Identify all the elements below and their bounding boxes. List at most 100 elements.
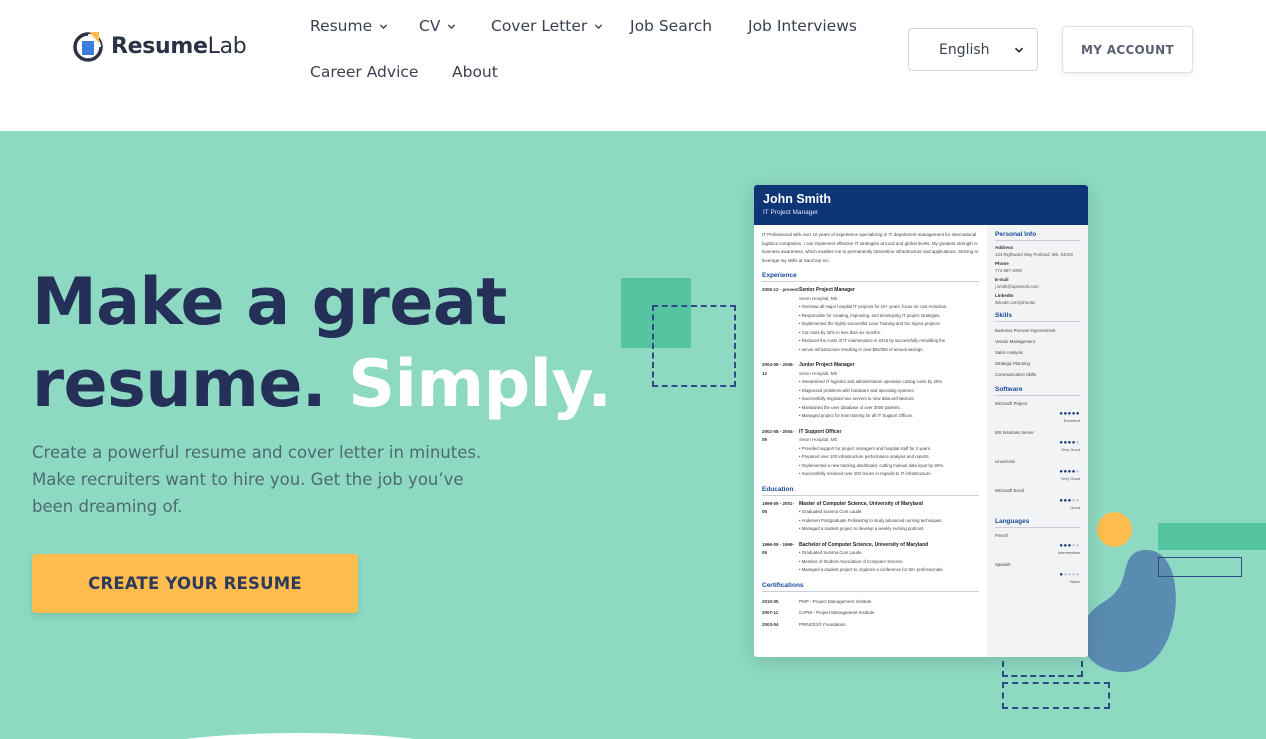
job-dates: 2006-12 - present: [762, 287, 799, 292]
deco-dashed-rect-2: [1002, 682, 1110, 709]
education-item: 1999-09 - 2001-05 Master of Computer Scie…: [762, 500, 979, 534]
job-bullet: Maintained the user database of over 300…: [799, 404, 979, 413]
create-resume-button[interactable]: CREATE YOUR RESUME: [32, 554, 358, 613]
language-name: Spanish: [995, 562, 1011, 567]
job-bullet: Reduced the costs of IT maintenance in 2…: [799, 337, 979, 346]
personal-value: linkedin.com/johnutw: [995, 300, 1035, 305]
job-title: IT Support Officer: [799, 428, 842, 435]
deco-yellow-circle: [1097, 512, 1132, 547]
software-name: Microsoft Project: [995, 401, 1027, 406]
resume-main-column: IT Professional with over 10 years of ex…: [754, 225, 987, 636]
skill-item: Vendor Management: [995, 339, 1035, 344]
resume-role: IT Project Manager: [763, 209, 819, 216]
education-dates: 1999-09 - 2001-05: [762, 500, 795, 515]
deco-dashed-square: [652, 305, 736, 387]
job-body: Junior Project Manager Seton Hospital, ME…: [799, 361, 979, 421]
resume-section-title: Skills: [995, 312, 1080, 322]
personal-label: Phone: [995, 261, 1009, 266]
chevron-down-icon: [1014, 47, 1024, 53]
job-body: IT Support Officer Seton Hospital, ME Prov…: [799, 428, 979, 479]
nav-cv[interactable]: CV: [419, 17, 456, 35]
skill-item: Communication Skills: [995, 372, 1037, 377]
job-bullet: Successfully migrated two servers to new…: [799, 395, 979, 404]
nav-job-search[interactable]: Job Search: [630, 17, 712, 35]
education-body: Master of Computer Science, University o…: [799, 500, 979, 534]
education-item: 1996-09 - 1999-06 Bachelor of Computer Sc…: [762, 541, 979, 575]
job-bullet: Prepared over 100 infrastructure perform…: [799, 453, 979, 462]
education-bullet: Member of Student Association of Compute…: [799, 558, 979, 567]
nav-about[interactable]: About: [452, 63, 498, 81]
software-list: Microsoft Project ●●●●● Excellent MS Window…: [995, 400, 1080, 512]
resume-section-title: Experience: [762, 272, 979, 282]
software-level: Very Good: [1061, 447, 1080, 452]
language-level: Basic: [1070, 579, 1080, 584]
language-select[interactable]: English: [908, 28, 1038, 71]
certification-name: PRINCE2® Foundation: [799, 621, 846, 627]
bottom-wave: [140, 733, 460, 739]
experience-list: 2006-12 - present Senior Project Manager S…: [762, 286, 979, 479]
software-name: Linux/Unix: [995, 459, 1016, 464]
job-bullet: Implemented a new tracking dashboard, cu…: [799, 462, 979, 471]
deco-green-bar: [1158, 523, 1266, 550]
job-title: Senior Project Manager: [799, 287, 855, 293]
job-bullet: Managed project for lean training for al…: [799, 412, 979, 421]
education-title: Bachelor of Computer Science, University…: [799, 541, 929, 548]
resumelab-logo-icon: [73, 32, 103, 62]
job-company: Seton Hospital, ME: [799, 437, 838, 442]
deco-outline-bar: [1158, 557, 1242, 577]
nav-resume[interactable]: Resume: [310, 17, 388, 35]
personal-label: Address: [995, 245, 1014, 250]
job-title: Junior Project Manager: [799, 362, 855, 368]
job-bullet: Cut costs by 32% in less than six months…: [799, 329, 979, 338]
site-header: ResumeLab Resume CV Cover Letter Job Sea…: [0, 0, 1266, 131]
job-bullet: server infrastructure resulting in over …: [799, 346, 979, 355]
resume-preview: John Smith IT Project Manager IT Profess…: [754, 185, 1088, 657]
job-company: Seton Hospital, ME: [799, 370, 838, 376]
personal-info-list: Address 134 Rightward Way Portland, ME, 0…: [995, 244, 1080, 306]
personal-label: LinkedIn: [995, 293, 1014, 298]
certifications-list: 2010-05 PMP - Project Management Institut…: [762, 596, 979, 631]
skill-item: Business Process Improvement: [995, 328, 1056, 333]
resume-name: John Smith: [763, 192, 832, 206]
experience-item: 2006-12 - present Senior Project Manager S…: [762, 286, 979, 354]
education-body: Bachelor of Computer Science, University…: [799, 541, 979, 575]
certification-item: 2010-05 PMP - Project Management Institut…: [762, 596, 979, 608]
skill-item: Strategic Planning: [995, 361, 1030, 366]
resume-summary: IT Professional with over 10 years of ex…: [762, 232, 979, 263]
hero-subtext: Create a powerful resume and cover lette…: [32, 443, 482, 516]
headline-accent: Simply.: [348, 347, 612, 422]
resume-side-column: Personal Info Address 134 Rightward Way P…: [987, 225, 1088, 657]
certification-date: 2007-11: [762, 610, 779, 615]
nav-cover-letter[interactable]: Cover Letter: [491, 17, 603, 35]
language-name: French: [995, 533, 1009, 538]
personal-value: 774-987-4009: [995, 268, 1022, 273]
chevron-down-icon: [595, 23, 603, 29]
experience-item: 2002-08 - 2004-09 IT Support Officer Seton…: [762, 428, 979, 479]
logo[interactable]: ResumeLab: [72, 30, 247, 62]
software-level: Very Good: [1061, 476, 1080, 481]
certification-name: CAPM - Project Management Institute: [799, 610, 875, 615]
my-account-button[interactable]: MY ACCOUNT: [1062, 26, 1193, 73]
job-dates: 2002-08 - 2004-09: [762, 428, 795, 443]
certification-date: 2010-05: [762, 598, 779, 604]
personal-value: j.smith@uptowork.com: [995, 284, 1039, 289]
job-dates: 2004-09 - 2006-12: [762, 362, 795, 376]
certification-item: 2007-11 CAPM - Project Management Institu…: [762, 607, 979, 619]
education-bullet: Graduated Summa Cum Laude.: [799, 549, 979, 558]
resume-section-title: Software: [995, 386, 1080, 396]
job-bullet: Provided support for project managers an…: [799, 445, 979, 454]
job-bullet: Implemented the highly successful Lean T…: [799, 320, 979, 329]
chevron-down-icon: [380, 23, 388, 29]
nav-career-advice[interactable]: Career Advice: [310, 63, 418, 81]
skill-item: Sales Analysis: [995, 350, 1023, 355]
experience-item: 2004-09 - 2006-12 Junior Project Manager S…: [762, 361, 979, 421]
job-bullet: Responsible for creating, improving, and…: [799, 312, 979, 321]
resume-section-title: Languages: [995, 518, 1080, 528]
education-dates: 1996-09 - 1999-06: [762, 541, 795, 556]
job-bullet: Oversaw all major hospital IT projects f…: [799, 303, 979, 312]
nav-job-interviews[interactable]: Job Interviews: [748, 17, 857, 35]
software-level: Good: [1070, 505, 1080, 510]
software-name: MS Windows Server: [995, 430, 1034, 435]
chevron-down-icon: [448, 23, 456, 29]
certification-name: PMP - Project Management Institute: [799, 598, 872, 604]
